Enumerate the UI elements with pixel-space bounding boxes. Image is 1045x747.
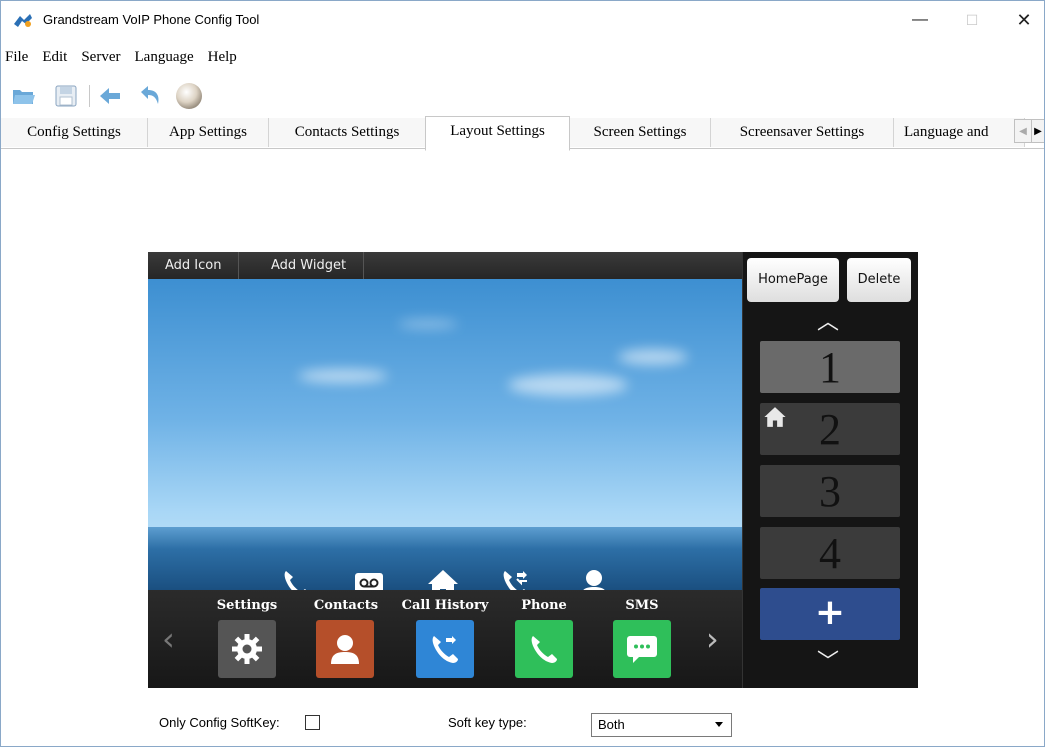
page-tile-3[interactable]: 3	[760, 465, 900, 517]
softkey-type-value: Both	[598, 717, 625, 732]
page-up-chevron-icon[interactable]: ︿	[817, 304, 839, 336]
phone-layout-preview: Add Icon Add Widget ‹ › Settings Contact…	[148, 252, 918, 688]
back-arrow-icon[interactable]	[97, 83, 123, 109]
window-title: Grandstream VoIP Phone Config Tool	[43, 12, 260, 27]
tab-config-settings[interactable]: Config Settings	[1, 118, 148, 147]
tab-scroll-right-icon: ▶	[1034, 125, 1042, 137]
person-icon	[331, 635, 359, 664]
menu-language[interactable]: Language	[128, 45, 201, 69]
undo-icon[interactable]	[137, 83, 163, 109]
page-tile-2-label: 2	[819, 405, 841, 454]
menu-help[interactable]: Help	[201, 45, 244, 69]
title-bar: Grandstream VoIP Phone Config Tool — ☐ ✕	[1, 1, 1044, 39]
menu-server[interactable]: Server	[74, 45, 127, 69]
tab-contacts-settings[interactable]: Contacts Settings	[269, 118, 426, 147]
softkey-type-select[interactable]: Both	[591, 713, 732, 737]
tab-screen-settings[interactable]: Screen Settings	[570, 118, 711, 147]
app-window: Grandstream VoIP Phone Config Tool — ☐ ✕…	[0, 0, 1045, 747]
app-logo-icon	[14, 14, 32, 27]
softkey-type-label: Soft key type:	[448, 715, 527, 730]
app-label-contacts: Contacts	[313, 598, 379, 613]
add-page-button[interactable]: +	[760, 588, 900, 640]
app-contacts-tile[interactable]	[316, 620, 374, 678]
tab-layout-settings[interactable]: Layout Settings	[425, 116, 570, 151]
menu-edit[interactable]: Edit	[35, 45, 74, 69]
page-tile-2[interactable]: 2	[760, 403, 900, 455]
app-label-call-history: Call History	[401, 598, 489, 613]
tab-scroll-right-button[interactable]: ▶	[1031, 119, 1044, 143]
page-tile-1[interactable]: 1	[760, 341, 900, 393]
tab-scroll-left-button[interactable]: ◀	[1014, 119, 1032, 143]
app-settings-tile[interactable]	[218, 620, 276, 678]
app-bar: ‹ › Settings Contacts Call History Phone…	[148, 590, 742, 688]
gear-icon	[232, 634, 262, 664]
homepage-button[interactable]: HomePage	[747, 258, 839, 302]
dock-voicemail-icon[interactable]	[351, 566, 387, 590]
close-button[interactable]: ✕	[1001, 3, 1044, 37]
only-config-softkey-checkbox[interactable]	[305, 715, 320, 730]
menu-bar: File Edit Server Language Help	[1, 45, 244, 69]
app-next-arrow-icon[interactable]: ›	[706, 620, 719, 658]
app-call-history-tile[interactable]	[416, 620, 474, 678]
wallpaper	[148, 279, 742, 590]
open-folder-icon[interactable]	[11, 83, 37, 109]
dropdown-arrow-icon	[715, 722, 723, 727]
add-icon-button[interactable]: Add Icon	[148, 252, 240, 279]
app-label-phone: Phone	[521, 598, 567, 613]
app-label-sms: SMS	[625, 598, 659, 613]
page-tile-4[interactable]: 4	[760, 527, 900, 579]
dock-phone-icon[interactable]	[279, 566, 315, 590]
sphere-icon[interactable]	[174, 81, 204, 111]
phone-icon	[531, 636, 557, 663]
delete-button[interactable]: Delete	[847, 258, 911, 302]
save-icon[interactable]	[53, 83, 79, 109]
toolbar	[1, 79, 1044, 113]
call-history-icon	[432, 636, 458, 663]
minimize-button[interactable]: —	[897, 3, 943, 37]
phone-top-bar: Add Icon Add Widget	[148, 252, 742, 279]
tab-bar: Config Settings App Settings Contacts Se…	[1, 116, 1044, 151]
only-config-softkey-label: Only Config SoftKey:	[159, 715, 280, 730]
page-panel: HomePage Delete ︿ 1 2 3 4 + ﹀	[742, 252, 918, 688]
maximize-button[interactable]: ☐	[949, 3, 995, 37]
app-sms-tile[interactable]	[613, 620, 671, 678]
sms-icon	[627, 636, 657, 663]
page-down-chevron-icon[interactable]: ﹀	[817, 644, 839, 676]
tab-screensaver-settings[interactable]: Screensaver Settings	[711, 118, 894, 147]
add-widget-button[interactable]: Add Widget	[254, 252, 365, 279]
tab-scroll-left-icon: ◀	[1019, 125, 1027, 137]
app-prev-arrow-icon[interactable]: ‹	[162, 620, 175, 658]
menu-file[interactable]: File	[1, 45, 35, 69]
app-phone-tile[interactable]	[515, 620, 573, 678]
dock-home-icon[interactable]	[425, 566, 461, 590]
tab-language-and[interactable]: Language and	[894, 118, 1025, 147]
dock-call-history-icon[interactable]	[498, 566, 534, 590]
dock-contact-icon[interactable]	[576, 566, 612, 590]
tab-app-settings[interactable]: App Settings	[148, 118, 269, 147]
app-label-settings: Settings	[216, 598, 278, 613]
home-page-marker-icon	[764, 407, 786, 427]
